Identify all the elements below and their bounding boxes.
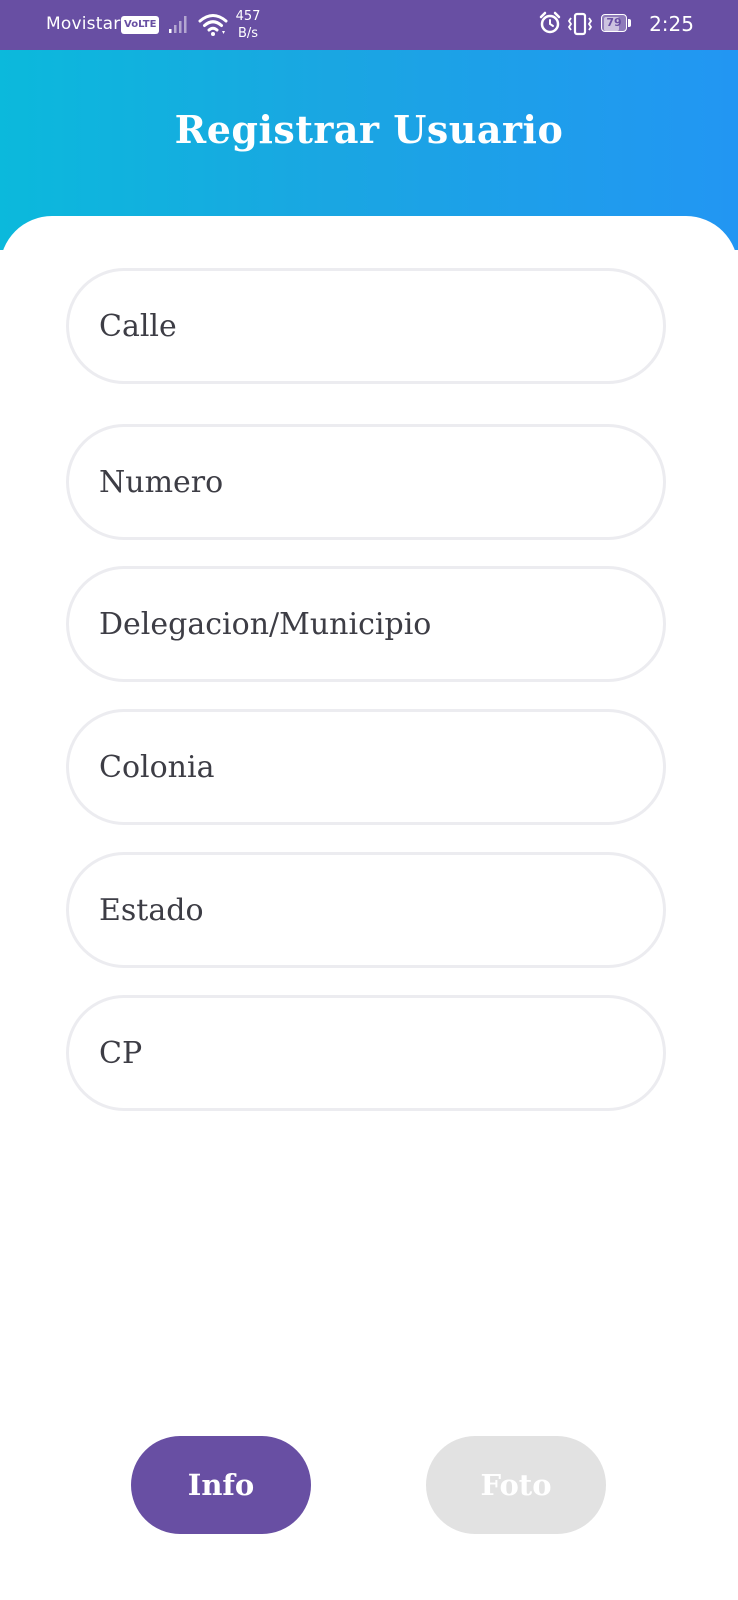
volte-badge: VoLTE — [121, 16, 160, 34]
battery-icon: 79 — [601, 14, 631, 34]
delegacion-municipio-field-placeholder: Delegacion/Municipio — [99, 606, 432, 642]
page-title: Registrar Usuario — [174, 107, 564, 152]
info-tab-button[interactable]: Info — [131, 1436, 311, 1534]
calle-field[interactable]: Calle — [66, 268, 666, 384]
network-speed: 457 B/s — [234, 8, 262, 42]
wifi-icon — [198, 14, 228, 36]
cp-field[interactable]: CP — [66, 995, 666, 1111]
battery-percent: 79 — [606, 16, 622, 29]
network-speed-unit: B/s — [237, 26, 259, 41]
estado-field-placeholder: Estado — [99, 892, 204, 928]
colonia-field-placeholder: Colonia — [99, 749, 215, 785]
cp-field-placeholder: CP — [99, 1035, 143, 1071]
colonia-field[interactable]: Colonia — [66, 709, 666, 825]
vibrate-icon — [567, 12, 593, 36]
network-speed-value: 457 — [235, 9, 261, 24]
status-bar: Movistar VoLTE 457 B/s 79 2:25 — [0, 0, 738, 50]
foto-tab-button[interactable]: Foto — [426, 1436, 606, 1534]
delegacion-municipio-field[interactable]: Delegacion/Municipio — [66, 566, 666, 682]
numero-field[interactable]: Numero — [66, 424, 666, 540]
alarm-icon — [539, 11, 561, 34]
estado-field[interactable]: Estado — [66, 852, 666, 968]
numero-field-placeholder: Numero — [99, 464, 224, 500]
carrier-name: Movistar — [46, 14, 121, 34]
calle-field-placeholder: Calle — [99, 308, 177, 344]
status-clock: 2:25 — [649, 12, 694, 36]
battery-cap — [628, 19, 631, 27]
signal-icon — [169, 16, 187, 33]
